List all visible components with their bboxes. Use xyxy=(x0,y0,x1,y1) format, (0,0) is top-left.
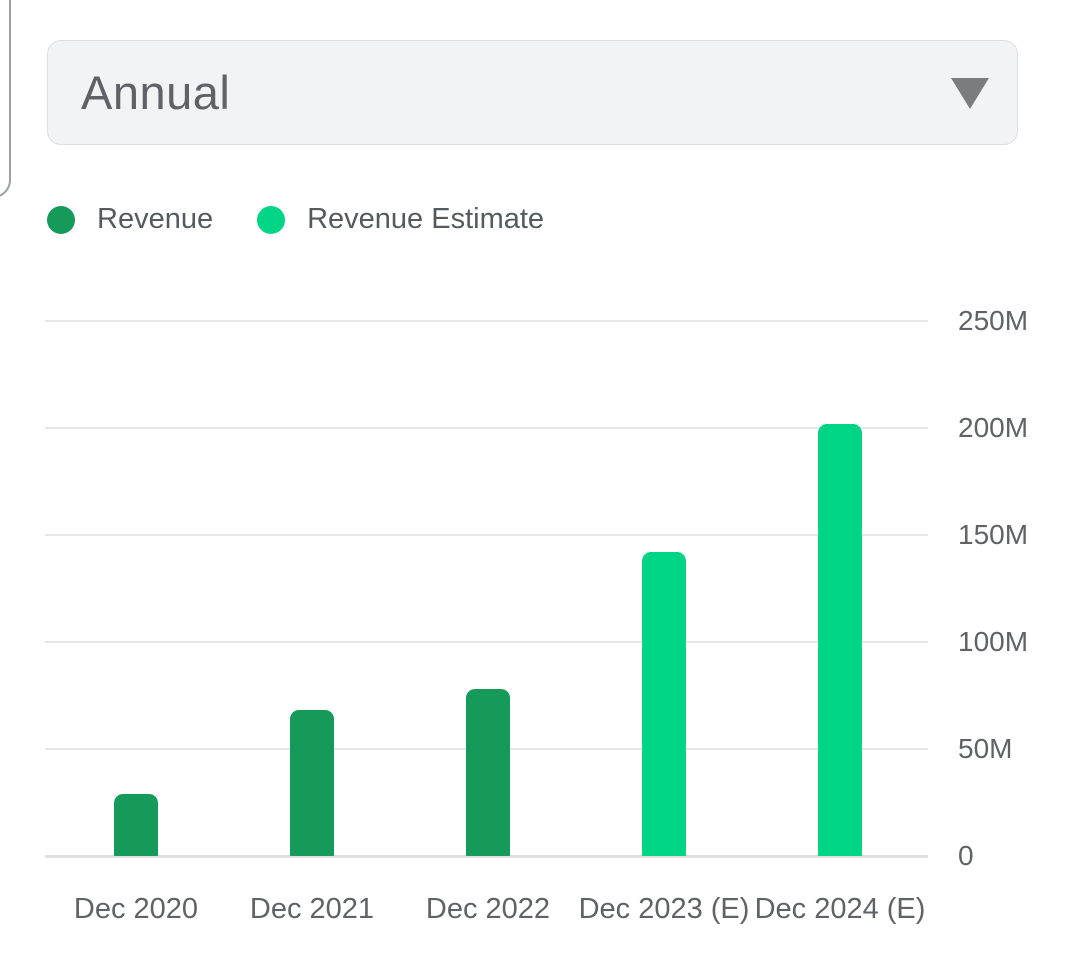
ytick-label-250M: 250M xyxy=(958,304,1068,338)
gridline-150M xyxy=(45,534,928,536)
ytick-label-0: 0 xyxy=(958,839,1068,873)
xtick-label-dec-2024-e: Dec 2024 (E) xyxy=(730,893,950,926)
gridline-250M xyxy=(45,320,928,322)
ytick-label-50M: 50M xyxy=(958,732,1068,766)
ytick-label-200M: 200M xyxy=(958,411,1068,445)
bar-dec-2022[interactable] xyxy=(466,689,510,856)
bar-dec-2023-e[interactable] xyxy=(642,552,686,856)
bar-dec-2020[interactable] xyxy=(114,794,158,856)
gridline-200M xyxy=(45,427,928,429)
ytick-label-150M: 150M xyxy=(958,518,1068,552)
bar-dec-2024-e[interactable] xyxy=(818,424,862,856)
revenue-forecast-widget: Annual Revenue Revenue Estimate 050M100M… xyxy=(0,0,1080,964)
ytick-label-100M: 100M xyxy=(958,625,1068,659)
bar-dec-2021[interactable] xyxy=(290,710,334,856)
gridline-100M xyxy=(45,641,928,643)
revenue-bar-chart: 050M100M150M200M250MDec 2020Dec 2021Dec … xyxy=(0,0,1080,964)
